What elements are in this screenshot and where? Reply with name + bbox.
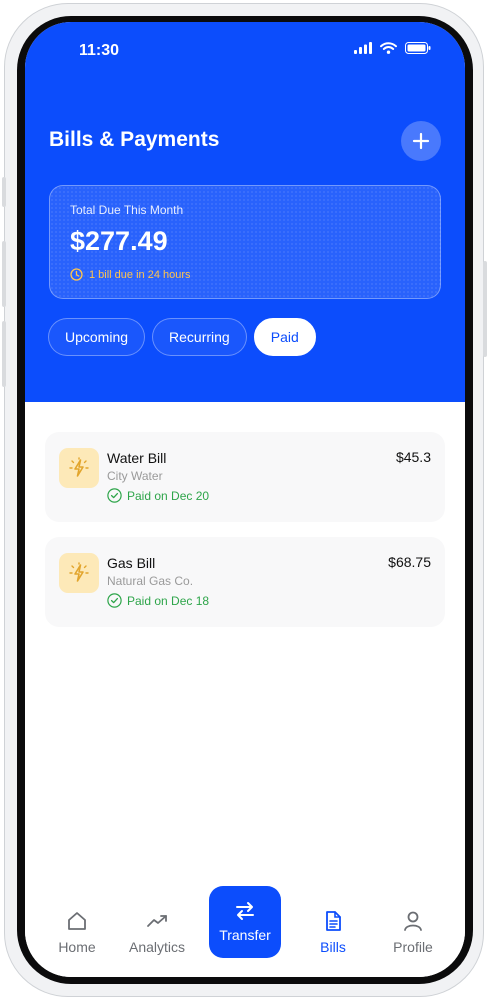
document-icon — [326, 911, 341, 931]
bill-amount: $68.75 — [388, 554, 431, 570]
filter-tabs: Upcoming Recurring Paid — [48, 318, 316, 356]
page-title: Bills & Payments — [49, 128, 220, 151]
wifi-icon — [380, 42, 397, 54]
bill-provider: Natural Gas Co. — [107, 574, 194, 588]
battery-icon — [405, 42, 431, 54]
user-icon — [404, 911, 422, 931]
bill-status: Paid on Dec 20 — [107, 488, 209, 503]
bill-provider: City Water — [107, 469, 163, 483]
check-circle-icon — [107, 593, 122, 608]
home-icon — [68, 912, 86, 930]
plus-icon — [412, 132, 430, 150]
bill-name: Water Bill — [107, 450, 167, 466]
summary-card: Total Due This Month $277.49 1 bill due … — [49, 185, 441, 299]
add-bill-button[interactable] — [401, 121, 441, 161]
bill-card[interactable]: Gas Bill Natural Gas Co. Paid on Dec 18 … — [45, 537, 445, 627]
due-note: 1 bill due in 24 hours — [70, 268, 191, 281]
header: 11:30 Bills & Payments Total Due This Mo… — [25, 22, 465, 402]
status-icons — [354, 42, 431, 54]
swap-icon — [236, 902, 254, 920]
bill-name: Gas Bill — [107, 555, 156, 571]
nav-bills-label: Bills — [320, 939, 346, 955]
transfer-label: Transfer — [219, 927, 271, 943]
status-time: 11:30 — [79, 42, 120, 59]
nav-home-label: Home — [58, 939, 96, 955]
side-button — [483, 261, 487, 357]
app-screen: 11:30 Bills & Payments Total Due This Mo… — [25, 22, 465, 977]
bill-card[interactable]: Water Bill City Water Paid on Dec 20 $45… — [45, 432, 445, 522]
due-note-text: 1 bill due in 24 hours — [89, 268, 191, 281]
bill-status-text: Paid on Dec 18 — [127, 593, 210, 608]
tab-paid[interactable]: Paid — [253, 318, 316, 356]
bill-status: Paid on Dec 18 — [107, 593, 209, 608]
bill-amount: $45.3 — [395, 449, 431, 465]
bottom-nav: Home Analytics Transfer Bills Profile — [25, 872, 465, 977]
side-button — [2, 177, 6, 207]
nav-profile[interactable]: Profile — [378, 910, 448, 955]
transfer-button[interactable]: Transfer — [209, 886, 281, 958]
tab-upcoming[interactable]: Upcoming — [48, 318, 146, 356]
clock-icon — [70, 268, 83, 281]
trend-icon — [147, 915, 167, 927]
lightning-icon — [59, 448, 99, 488]
signal-icon — [354, 42, 372, 54]
lightning-icon — [59, 553, 99, 593]
nav-bills[interactable]: Bills — [298, 910, 368, 955]
nav-analytics-label: Analytics — [128, 939, 186, 955]
side-button — [2, 241, 6, 307]
tab-recurring[interactable]: Recurring — [152, 318, 247, 356]
check-circle-icon — [107, 488, 122, 503]
summary-label: Total Due This Month — [70, 203, 184, 217]
side-button — [2, 321, 6, 387]
nav-profile-label: Profile — [393, 939, 433, 955]
nav-home[interactable]: Home — [42, 910, 112, 955]
summary-amount: $277.49 — [70, 226, 168, 256]
nav-analytics[interactable]: Analytics — [122, 910, 192, 955]
bill-status-text: Paid on Dec 20 — [127, 488, 210, 503]
